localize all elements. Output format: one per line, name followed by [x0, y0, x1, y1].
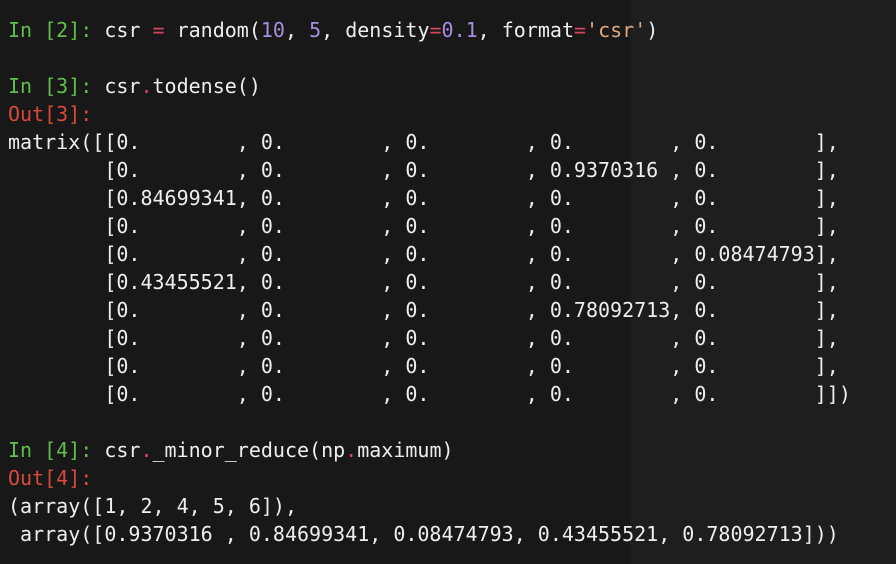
code-token: ) [646, 18, 659, 42]
code-token: . [345, 438, 358, 462]
code-token: 0.1 [441, 18, 478, 42]
code-token: 5 [309, 18, 322, 42]
code-token: csr [92, 438, 141, 462]
code-token: 'csr' [586, 18, 647, 42]
code-token: random( [164, 18, 261, 42]
output-line: (array([1, 2, 4, 5, 6]), [8, 494, 297, 518]
code-tokens: csr.todense() [92, 74, 261, 98]
output-line: array([0.9370316 , 0.84699341, 0.0847479… [8, 522, 839, 546]
output-line: [0.84699341, 0. , 0. , 0. , 0. ], [8, 186, 839, 210]
code-token: = [429, 18, 442, 42]
code-token: , [284, 18, 310, 42]
output-line: [0. , 0. , 0. , 0. , 0. ]]) [8, 382, 851, 406]
code-tokens: csr = random(10, 5, density=0.1, format=… [92, 18, 658, 42]
code-token: maximum) [357, 438, 454, 462]
output-line: [0. , 0. , 0. , 0. , 0. ], [8, 354, 839, 378]
code-token: csr [92, 74, 141, 98]
output-line: [0. , 0. , 0. , 0. , 0. ], [8, 326, 839, 350]
code-tokens: csr._minor_reduce(np.maximum) [92, 438, 453, 462]
input-line-4[interactable]: In [4]: csr._minor_reduce(np.maximum) [8, 436, 896, 464]
output-line: [0. , 0. , 0. , 0.78092713, 0. ], [8, 298, 839, 322]
output-line: matrix([[0. , 0. , 0. , 0. , 0. ], [8, 130, 839, 154]
code-token: csr [92, 18, 153, 42]
terminal-window[interactable]: In [2]: csr = random(10, 5, density=0.1,… [0, 0, 896, 564]
code-token: . [140, 438, 153, 462]
output-block-3: matrix([[0. , 0. , 0. , 0. , 0. ], [0. ,… [8, 128, 896, 408]
code-token: , format [477, 18, 574, 42]
code-token: = [574, 18, 587, 42]
out-prompt: Out[3]: [8, 102, 93, 126]
input-line-3[interactable]: In [3]: csr.todense() [8, 72, 896, 100]
in-prompt: In [4]: [8, 438, 93, 462]
output-line: [0. , 0. , 0. , 0.9370316 , 0. ], [8, 158, 839, 182]
code-token: = [152, 18, 165, 42]
code-token: , density [321, 18, 430, 42]
in-prompt: In [2]: [8, 18, 93, 42]
output-block-4: (array([1, 2, 4, 5, 6]), array([0.937031… [8, 492, 896, 548]
notebook-output: In [2]: csr = random(10, 5, density=0.1,… [8, 16, 896, 548]
in-prompt: In [3]: [8, 74, 93, 98]
code-token: . [140, 74, 153, 98]
input-line-2[interactable]: In [2]: csr = random(10, 5, density=0.1,… [8, 16, 896, 44]
code-token: todense() [152, 74, 261, 98]
output-line: [0. , 0. , 0. , 0. , 0. ], [8, 214, 839, 238]
output-prompt-line-4: Out[4]: [8, 464, 896, 492]
code-token: 10 [260, 18, 285, 42]
code-token: _minor_reduce(np [152, 438, 346, 462]
out-prompt: Out[4]: [8, 466, 93, 490]
output-prompt-line-3: Out[3]: [8, 100, 896, 128]
output-line: [0.43455521, 0. , 0. , 0. , 0. ], [8, 270, 839, 294]
output-line: [0. , 0. , 0. , 0. , 0.08474793], [8, 242, 839, 266]
